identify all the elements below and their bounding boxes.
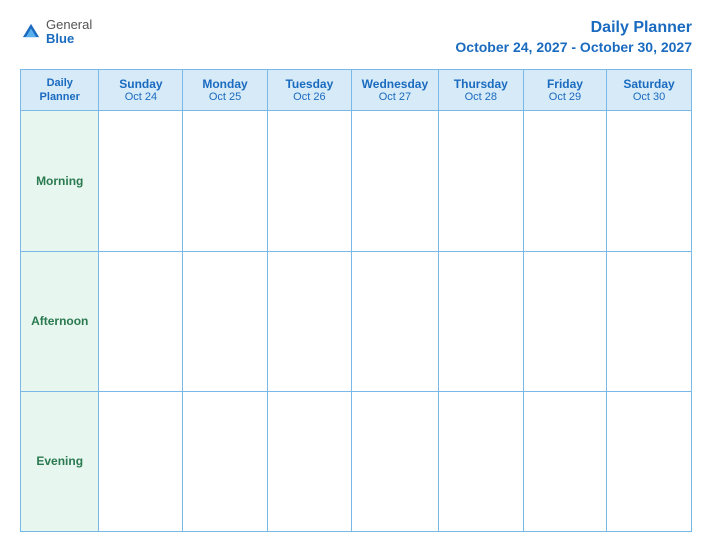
evening-monday[interactable] xyxy=(183,391,267,531)
afternoon-friday[interactable] xyxy=(523,251,606,391)
evening-sunday[interactable] xyxy=(99,391,183,531)
header-friday: Friday Oct 29 xyxy=(523,69,606,111)
planner-date-range: October 24, 2027 - October 30, 2027 xyxy=(455,39,692,55)
header-thursday: Thursday Oct 28 xyxy=(438,69,523,111)
morning-sunday[interactable] xyxy=(99,111,183,251)
row-label-morning: Morning xyxy=(21,111,99,251)
evening-friday[interactable] xyxy=(523,391,606,531)
morning-thursday[interactable] xyxy=(438,111,523,251)
header-tuesday: Tuesday Oct 26 xyxy=(267,69,351,111)
planner-title: Daily Planner xyxy=(455,18,692,39)
header-monday: Monday Oct 25 xyxy=(183,69,267,111)
morning-friday[interactable] xyxy=(523,111,606,251)
afternoon-sunday[interactable] xyxy=(99,251,183,391)
title-area: Daily Planner October 24, 2027 - October… xyxy=(455,18,692,55)
table-header-row: Daily Planner Sunday Oct 24 Monday Oct 2… xyxy=(21,69,692,111)
evening-thursday[interactable] xyxy=(438,391,523,531)
morning-monday[interactable] xyxy=(183,111,267,251)
table-row-morning: Morning xyxy=(21,111,692,251)
header-saturday: Saturday Oct 30 xyxy=(607,69,692,111)
evening-wednesday[interactable] xyxy=(352,391,439,531)
row-label-evening: Evening xyxy=(21,391,99,531)
generalblue-icon xyxy=(20,21,42,43)
header: General Blue Daily Planner October 24, 2… xyxy=(20,18,692,55)
table-row-evening: Evening xyxy=(21,391,692,531)
afternoon-wednesday[interactable] xyxy=(352,251,439,391)
morning-tuesday[interactable] xyxy=(267,111,351,251)
morning-saturday[interactable] xyxy=(607,111,692,251)
evening-saturday[interactable] xyxy=(607,391,692,531)
table-row-afternoon: Afternoon xyxy=(21,251,692,391)
afternoon-monday[interactable] xyxy=(183,251,267,391)
row-label-afternoon: Afternoon xyxy=(21,251,99,391)
logo-text: General Blue xyxy=(46,18,92,47)
logo-area: General Blue xyxy=(20,18,92,47)
afternoon-saturday[interactable] xyxy=(607,251,692,391)
planner-table: Daily Planner Sunday Oct 24 Monday Oct 2… xyxy=(20,69,692,532)
afternoon-tuesday[interactable] xyxy=(267,251,351,391)
header-daily-planner: Daily Planner xyxy=(21,69,99,111)
afternoon-thursday[interactable] xyxy=(438,251,523,391)
header-sunday: Sunday Oct 24 xyxy=(99,69,183,111)
evening-tuesday[interactable] xyxy=(267,391,351,531)
logo-blue-label: Blue xyxy=(46,32,92,46)
header-wednesday: Wednesday Oct 27 xyxy=(352,69,439,111)
logo-general-label: General xyxy=(46,18,92,32)
morning-wednesday[interactable] xyxy=(352,111,439,251)
